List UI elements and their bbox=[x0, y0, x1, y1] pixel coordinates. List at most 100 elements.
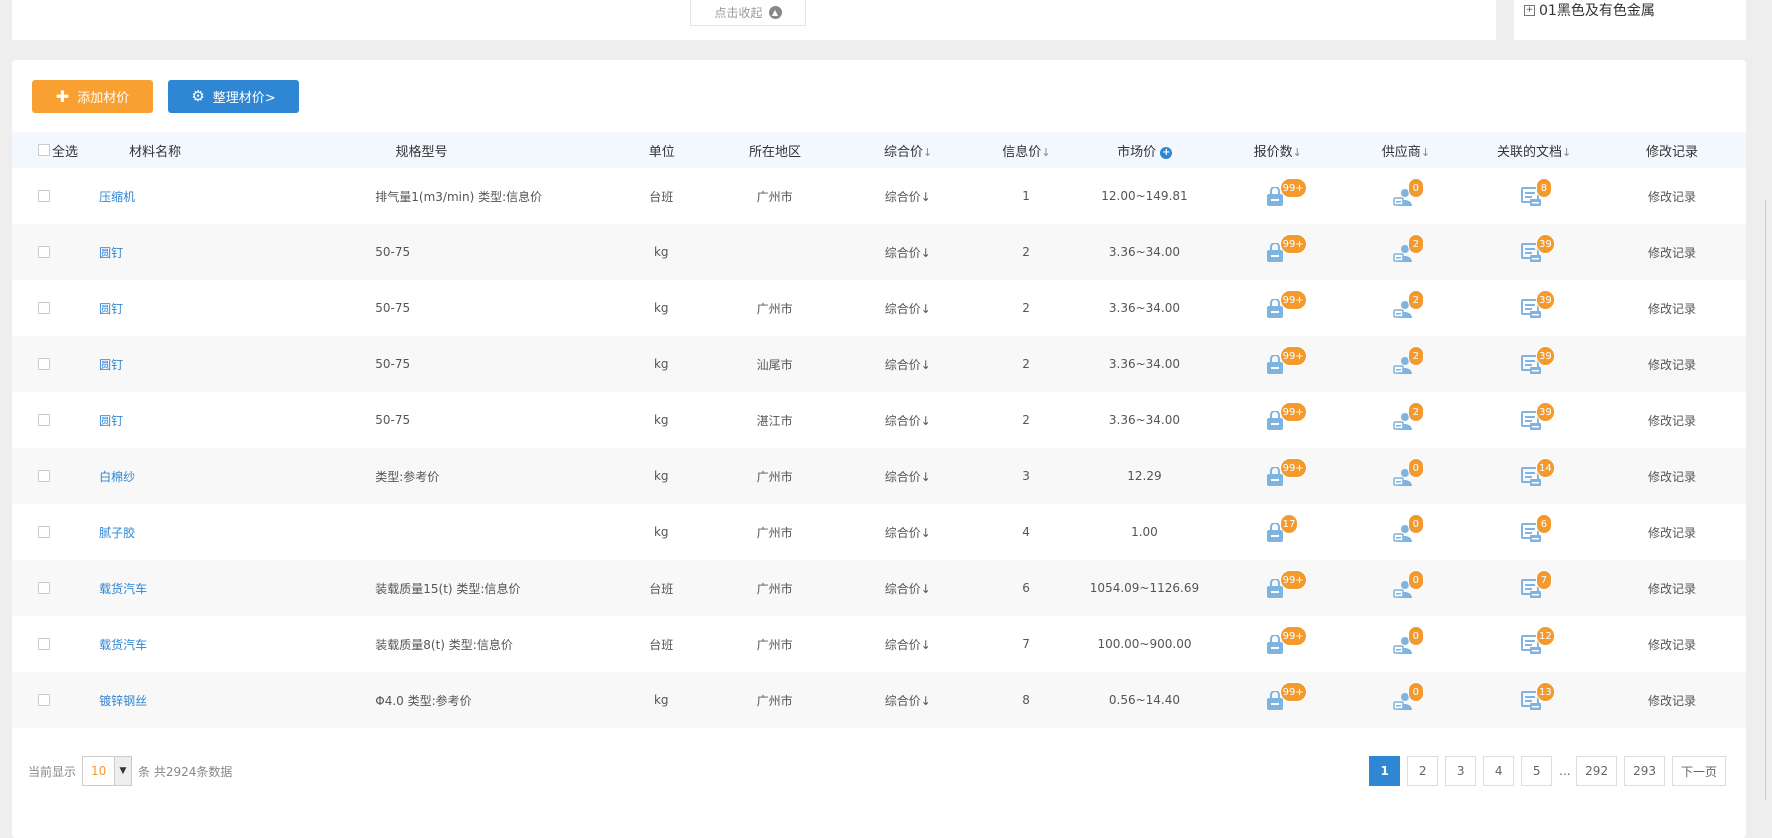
supplier-icon[interactable]: 2 bbox=[1393, 289, 1424, 320]
organize-price-button[interactable]: ⚙ 整理材价> bbox=[168, 80, 299, 113]
modify-log-link[interactable]: 修改记录 bbox=[1648, 190, 1696, 204]
log-cell: 修改记录 bbox=[1598, 244, 1746, 261]
bag-icon[interactable]: 99+ bbox=[1265, 289, 1307, 320]
supplier-icon[interactable]: 0 bbox=[1393, 177, 1424, 208]
header-composite-price[interactable]: 综合价↓ bbox=[839, 141, 977, 160]
composite-price-cell[interactable]: 综合价↓ bbox=[839, 412, 977, 429]
row-checkbox[interactable] bbox=[38, 190, 50, 202]
next-page-button[interactable]: 下一页 bbox=[1671, 756, 1726, 786]
row-checkbox[interactable] bbox=[38, 526, 50, 538]
composite-price-cell[interactable]: 综合价↓ bbox=[839, 580, 977, 597]
document-icon[interactable]: 39 bbox=[1520, 345, 1555, 376]
material-name-link[interactable]: 圆钉 bbox=[99, 414, 123, 428]
row-select-cell bbox=[12, 246, 99, 258]
page-size-select[interactable]: 10 ▼ bbox=[82, 756, 133, 786]
page-button[interactable]: 3 bbox=[1445, 756, 1477, 786]
composite-price-cell[interactable]: 综合价↓ bbox=[839, 636, 977, 653]
document-icon[interactable]: 39 bbox=[1520, 401, 1555, 432]
material-name-link[interactable]: 白棉纱 bbox=[99, 470, 135, 484]
modify-log-link[interactable]: 修改记录 bbox=[1648, 302, 1696, 316]
header-supplier[interactable]: 供应商↓ bbox=[1342, 141, 1470, 160]
bag-icon[interactable]: 99+ bbox=[1265, 569, 1307, 600]
modify-log-link[interactable]: 修改记录 bbox=[1648, 526, 1696, 540]
table-row: 载货汽车 装载质量15(t) 类型:信息价 台班 广州市 综合价↓ 6 1054.09~11… bbox=[12, 560, 1746, 616]
pagination: 1 2 3 4 5... 292 293 下一页 bbox=[1369, 756, 1726, 786]
row-checkbox[interactable] bbox=[38, 358, 50, 370]
document-icon[interactable]: 12 bbox=[1520, 625, 1555, 656]
composite-price-cell[interactable]: 综合价↓ bbox=[839, 244, 977, 261]
material-name-cell: 圆钉 bbox=[99, 244, 375, 261]
expand-icon[interactable]: + bbox=[1524, 4, 1535, 16]
header-docs[interactable]: 关联的文档↓ bbox=[1470, 141, 1598, 160]
add-price-button[interactable]: ✚ 添加材价 bbox=[32, 80, 153, 113]
supplier-icon[interactable]: 2 bbox=[1393, 401, 1424, 432]
supplier-icon[interactable]: 0 bbox=[1393, 513, 1424, 544]
supplier-icon[interactable]: 0 bbox=[1393, 625, 1424, 656]
modify-log-link[interactable]: 修改记录 bbox=[1648, 470, 1696, 484]
composite-price-cell[interactable]: 综合价↓ bbox=[839, 692, 977, 709]
supplier-icon[interactable]: 0 bbox=[1393, 681, 1424, 712]
modify-log-link[interactable]: 修改记录 bbox=[1648, 638, 1696, 652]
header-composite-price-label: 综合价 bbox=[884, 144, 924, 160]
material-name-link[interactable]: 载货汽车 bbox=[99, 638, 147, 652]
page-button[interactable]: 4 bbox=[1483, 756, 1515, 786]
composite-price-cell[interactable]: 综合价↓ bbox=[839, 188, 977, 205]
material-name-link[interactable]: 圆钉 bbox=[99, 302, 123, 316]
composite-price-cell[interactable]: 综合价↓ bbox=[839, 524, 977, 541]
material-name-link[interactable]: 镀锌钢丝 bbox=[99, 694, 147, 708]
document-icon[interactable]: 39 bbox=[1520, 289, 1555, 320]
row-checkbox[interactable] bbox=[38, 582, 50, 594]
bag-icon[interactable]: 99+ bbox=[1265, 177, 1307, 208]
page-button[interactable]: 293 bbox=[1624, 756, 1665, 786]
supplier-icon[interactable]: 0 bbox=[1393, 457, 1424, 488]
header-quote-count[interactable]: 报价数↓ bbox=[1214, 141, 1342, 160]
bag-icon[interactable]: 99+ bbox=[1265, 625, 1307, 656]
document-icon[interactable]: 39 bbox=[1520, 233, 1555, 264]
page-button[interactable]: 5 bbox=[1521, 756, 1553, 786]
header-info-price[interactable]: 信息价↓ bbox=[977, 141, 1076, 160]
supplier-icon[interactable]: 2 bbox=[1393, 233, 1424, 264]
modify-log-link[interactable]: 修改记录 bbox=[1648, 358, 1696, 372]
bag-icon[interactable]: 99+ bbox=[1265, 401, 1307, 432]
row-checkbox[interactable] bbox=[38, 414, 50, 426]
material-name-link[interactable]: 圆钉 bbox=[99, 246, 123, 260]
scrollbar[interactable] bbox=[1765, 200, 1772, 800]
plus-circle-icon[interactable]: + bbox=[1160, 146, 1173, 159]
page-button[interactable]: 2 bbox=[1407, 756, 1439, 786]
page-button[interactable]: 1 bbox=[1369, 756, 1401, 786]
modify-log-link[interactable]: 修改记录 bbox=[1648, 582, 1696, 596]
bag-icon[interactable]: 99+ bbox=[1265, 345, 1307, 376]
modify-log-link[interactable]: 修改记录 bbox=[1648, 694, 1696, 708]
page-button[interactable]: 292 bbox=[1576, 756, 1618, 786]
row-checkbox[interactable] bbox=[38, 246, 50, 258]
bag-icon[interactable]: 99+ bbox=[1265, 681, 1307, 712]
row-checkbox[interactable] bbox=[38, 638, 50, 650]
bag-icon[interactable]: 17 bbox=[1265, 513, 1299, 544]
composite-price-cell[interactable]: 综合价↓ bbox=[839, 468, 977, 485]
document-icon[interactable]: 7 bbox=[1520, 569, 1552, 600]
material-name-link[interactable]: 圆钉 bbox=[99, 358, 123, 372]
supplier-icon[interactable]: 2 bbox=[1393, 345, 1424, 376]
composite-price-cell[interactable]: 综合价↓ bbox=[839, 300, 977, 317]
region-cell: 湛江市 bbox=[756, 413, 793, 428]
header-market-price[interactable]: 市场价 + bbox=[1076, 141, 1214, 160]
row-checkbox[interactable] bbox=[38, 302, 50, 314]
row-checkbox[interactable] bbox=[38, 470, 50, 482]
document-icon[interactable]: 13 bbox=[1520, 681, 1555, 712]
bag-icon[interactable]: 99+ bbox=[1265, 233, 1307, 264]
select-all-checkbox[interactable] bbox=[38, 144, 50, 156]
modify-log-link[interactable]: 修改记录 bbox=[1648, 414, 1696, 428]
composite-price-cell[interactable]: 综合价↓ bbox=[839, 356, 977, 373]
material-name-link[interactable]: 腻子胶 bbox=[99, 526, 135, 540]
collapse-button[interactable]: 点击收起 ▲ bbox=[690, 0, 806, 26]
modify-log-link[interactable]: 修改记录 bbox=[1648, 246, 1696, 260]
material-name-link[interactable]: 载货汽车 bbox=[99, 582, 147, 596]
document-icon[interactable]: 6 bbox=[1520, 513, 1552, 544]
document-icon[interactable]: 14 bbox=[1520, 457, 1555, 488]
bag-icon[interactable]: 99+ bbox=[1265, 457, 1307, 488]
material-name-link[interactable]: 压缩机 bbox=[99, 190, 135, 204]
document-icon[interactable]: 8 bbox=[1520, 177, 1552, 208]
tree-node[interactable]: + 01黑色及有色金属 bbox=[1524, 0, 1655, 20]
row-checkbox[interactable] bbox=[38, 694, 50, 706]
supplier-icon[interactable]: 0 bbox=[1393, 569, 1424, 600]
